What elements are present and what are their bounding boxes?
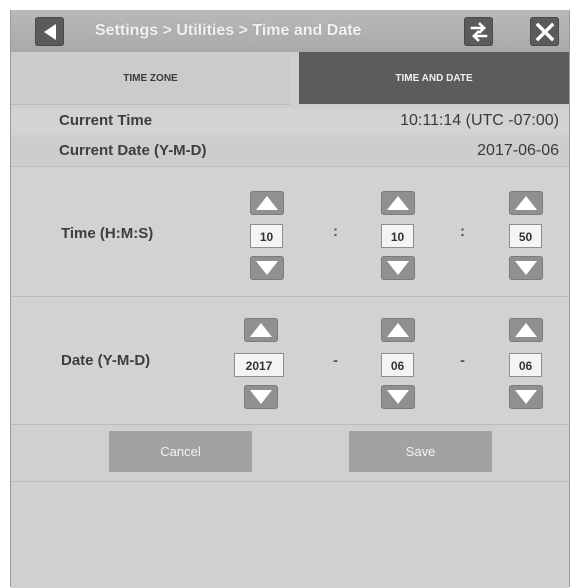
hours-down-button[interactable] (250, 256, 284, 280)
page-title: Settings > Utilities > Time and Date (95, 22, 362, 39)
year-up-button[interactable] (244, 318, 278, 342)
day-up-button[interactable] (509, 318, 543, 342)
date-separator: - (333, 352, 338, 369)
triangle-down-icon (387, 261, 409, 275)
close-x-icon (535, 22, 554, 41)
triangle-down-icon (515, 390, 537, 404)
tab-time-and-date[interactable]: TIME AND DATE (299, 52, 569, 104)
minutes-value[interactable]: 10 (381, 224, 414, 248)
current-time-row: Current Time 10:11:14 (UTC -07:00) (11, 108, 569, 134)
empty-footer-area (11, 481, 569, 588)
swap-arrows-icon (470, 21, 487, 42)
date-setting-section: Date (Y-M-D) 2017 - 06 - 06 (11, 296, 569, 425)
close-button[interactable] (530, 17, 559, 46)
minutes-down-button[interactable] (381, 256, 415, 280)
day-value[interactable]: 06 (509, 353, 542, 377)
month-value[interactable]: 06 (381, 353, 414, 377)
seconds-up-button[interactable] (509, 191, 543, 215)
date-separator: - (460, 352, 465, 369)
back-arrow-icon (43, 23, 56, 40)
current-time-value: 10:11:14 (UTC -07:00) (400, 112, 559, 129)
seconds-down-button[interactable] (509, 256, 543, 280)
time-setting-label: Time (H:M:S) (61, 225, 154, 242)
triangle-up-icon (387, 196, 409, 210)
title-bar: Settings > Utilities > Time and Date (11, 10, 569, 52)
year-down-button[interactable] (244, 385, 278, 409)
current-time-label: Current Time (59, 112, 153, 129)
year-value[interactable]: 2017 (234, 353, 284, 377)
time-separator: : (460, 223, 465, 240)
cancel-button[interactable]: Cancel (109, 431, 252, 472)
month-down-button[interactable] (381, 385, 415, 409)
hours-up-button[interactable] (250, 191, 284, 215)
seconds-value[interactable]: 50 (509, 224, 542, 248)
triangle-up-icon (387, 323, 409, 337)
minutes-up-button[interactable] (381, 191, 415, 215)
current-date-row: Current Date (Y-M-D) 2017-06-06 (11, 138, 569, 164)
time-date-settings-panel: Settings > Utilities > Time and Date TIM… (10, 10, 570, 588)
triangle-up-icon (515, 323, 537, 337)
time-setting-section: Time (H:M:S) 10 : 10 : 50 (11, 166, 569, 297)
action-button-row: Cancel Save (11, 424, 569, 481)
back-button[interactable] (35, 17, 64, 46)
month-up-button[interactable] (381, 318, 415, 342)
triangle-up-icon (250, 323, 272, 337)
current-date-label: Current Date (Y-M-D) (59, 142, 207, 159)
triangle-up-icon (256, 196, 278, 210)
current-date-value: 2017-06-06 (477, 142, 559, 159)
hours-value[interactable]: 10 (250, 224, 283, 248)
triangle-down-icon (250, 390, 272, 404)
tab-bar: TIME ZONE TIME AND DATE (11, 52, 569, 105)
triangle-up-icon (515, 196, 537, 210)
time-separator: : (333, 223, 338, 240)
save-button[interactable]: Save (349, 431, 492, 472)
triangle-down-icon (256, 261, 278, 275)
date-setting-label: Date (Y-M-D) (61, 352, 151, 369)
swap-button[interactable] (464, 17, 493, 46)
triangle-down-icon (387, 390, 409, 404)
day-down-button[interactable] (509, 385, 543, 409)
triangle-down-icon (515, 261, 537, 275)
tab-time-zone[interactable]: TIME ZONE (11, 52, 290, 105)
